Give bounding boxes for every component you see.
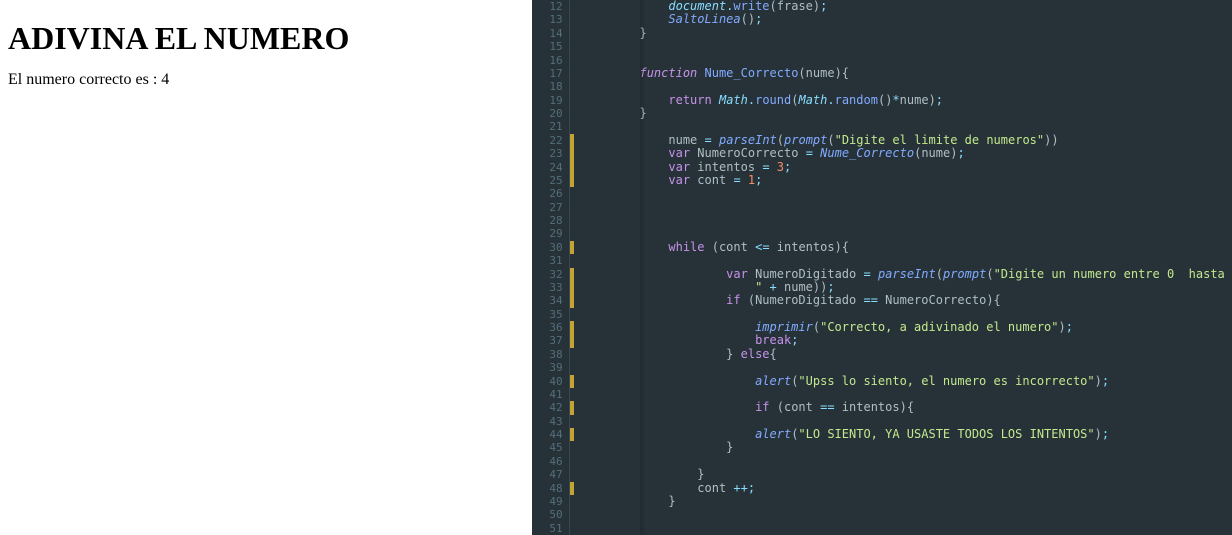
code-line[interactable]: if (cont == intentos){ (582, 401, 1232, 414)
line-number: 26 (532, 187, 563, 200)
line-number: 22 (532, 134, 563, 147)
code-line[interactable]: } (582, 441, 1232, 454)
line-number: 41 (532, 388, 563, 401)
line-number: 47 (532, 468, 563, 481)
line-number: 35 (532, 308, 563, 321)
code-line[interactable]: cont ++; (582, 482, 1232, 495)
line-number: 49 (532, 495, 563, 508)
code-line[interactable]: alert("Upss lo siento, el numero es inco… (582, 375, 1232, 388)
code-line[interactable]: var cont = 1; (582, 174, 1232, 187)
line-number: 27 (532, 201, 563, 214)
code-line[interactable]: imprimir("Correcto, a adivinado el numer… (582, 321, 1232, 334)
line-number: 39 (532, 361, 563, 374)
code-line[interactable]: while (cont <= intentos){ (582, 241, 1232, 254)
line-number: 23 (532, 147, 563, 160)
code-line[interactable] (582, 508, 1232, 521)
code-line[interactable] (582, 227, 1232, 240)
line-number: 12 (532, 0, 563, 13)
line-number: 17 (532, 67, 563, 80)
code-line[interactable]: } (582, 468, 1232, 481)
code-line[interactable]: return Math.round(Math.random()*nume); (582, 94, 1232, 107)
line-number: 37 (532, 334, 563, 347)
code-line[interactable] (582, 361, 1232, 374)
code-line[interactable] (582, 40, 1232, 53)
code-line[interactable] (582, 388, 1232, 401)
browser-preview-pane: ADIVINA EL NUMERO El numero correcto es … (0, 0, 532, 535)
code-line[interactable] (582, 201, 1232, 214)
code-line[interactable]: document.write(frase); (582, 0, 1232, 13)
line-number: 25 (532, 174, 563, 187)
line-number: 45 (532, 441, 563, 454)
code-line[interactable]: if (NumeroDigitado == NumeroCorrecto){ (582, 294, 1232, 307)
code-line[interactable]: } (582, 107, 1232, 120)
code-line[interactable]: var NumeroDigitado = parseInt(prompt("Di… (582, 268, 1232, 281)
code-line[interactable]: alert("LO SIENTO, YA USASTE TODOS LOS IN… (582, 428, 1232, 441)
code-line[interactable] (582, 187, 1232, 200)
code-line[interactable] (582, 522, 1232, 535)
code-editor-pane[interactable]: 1213141516171819202122232425262728293031… (532, 0, 1232, 535)
code-line[interactable]: } (582, 27, 1232, 40)
line-number: 33 (532, 281, 563, 294)
code-line[interactable]: nume = parseInt(prompt("Digite el limite… (582, 134, 1232, 147)
line-number: 34 (532, 294, 563, 307)
code-line[interactable]: } (582, 495, 1232, 508)
code-line[interactable]: SaltoLinea(); (582, 13, 1232, 26)
line-number: 44 (532, 428, 563, 441)
line-number: 15 (532, 40, 563, 53)
code-line[interactable] (582, 455, 1232, 468)
line-number: 32 (532, 268, 563, 281)
line-number: 31 (532, 254, 563, 267)
line-number: 13 (532, 13, 563, 26)
code-line[interactable]: break; (582, 334, 1232, 347)
code-line[interactable] (582, 415, 1232, 428)
line-number-gutter: 1213141516171819202122232425262728293031… (532, 0, 570, 535)
line-number: 19 (532, 94, 563, 107)
line-number: 24 (532, 161, 563, 174)
line-number: 38 (532, 348, 563, 361)
code-line[interactable] (582, 214, 1232, 227)
line-number: 18 (532, 80, 563, 93)
line-number: 30 (532, 241, 563, 254)
line-number: 46 (532, 455, 563, 468)
code-line[interactable] (582, 120, 1232, 133)
line-number: 51 (532, 522, 563, 535)
line-number: 48 (532, 482, 563, 495)
line-number: 29 (532, 227, 563, 240)
line-number: 28 (532, 214, 563, 227)
code-line[interactable] (582, 254, 1232, 267)
line-number: 50 (532, 508, 563, 521)
code-line[interactable]: " + nume)); (582, 281, 1232, 294)
line-number: 21 (532, 120, 563, 133)
page-heading: ADIVINA EL NUMERO (8, 20, 524, 57)
line-number: 20 (532, 107, 563, 120)
code-line[interactable]: var intentos = 3; (582, 161, 1232, 174)
line-number: 43 (532, 415, 563, 428)
code-line[interactable]: var NumeroCorrecto = Nume_Correcto(nume)… (582, 147, 1232, 160)
line-number: 16 (532, 54, 563, 67)
code-line[interactable] (582, 54, 1232, 67)
line-number: 40 (532, 375, 563, 388)
code-line[interactable]: function Nume_Correcto(nume){ (582, 67, 1232, 80)
line-number: 14 (532, 27, 563, 40)
code-line[interactable]: } else{ (582, 348, 1232, 361)
result-message: El numero correcto es : 4 (8, 71, 524, 89)
line-number: 42 (532, 401, 563, 414)
line-number: 36 (532, 321, 563, 334)
code-area[interactable]: document.write(frase); SaltoLinea(); } f… (574, 0, 1232, 535)
code-line[interactable] (582, 80, 1232, 93)
code-line[interactable] (582, 308, 1232, 321)
